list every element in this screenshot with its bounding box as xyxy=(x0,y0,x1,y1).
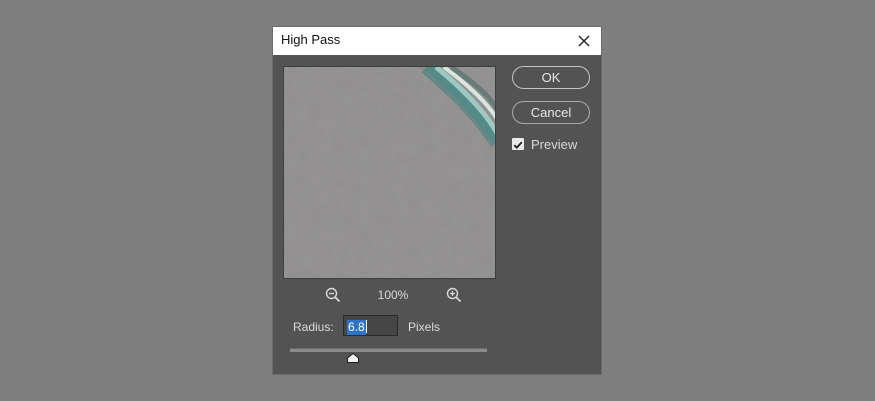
radius-slider-track[interactable] xyxy=(290,348,487,352)
cancel-button[interactable]: Cancel xyxy=(512,101,590,124)
title-bar[interactable]: High Pass xyxy=(273,27,601,55)
preview-image[interactable] xyxy=(283,66,496,279)
preview-canvas xyxy=(284,67,495,278)
zoom-level: 100% xyxy=(377,288,409,302)
close-button[interactable] xyxy=(567,27,601,55)
radius-slider-thumb[interactable] xyxy=(347,353,360,363)
preview-checkbox[interactable] xyxy=(512,138,524,150)
zoom-out-icon[interactable] xyxy=(325,287,341,303)
radius-label: Radius: xyxy=(293,320,334,334)
radius-input[interactable]: 6.8 xyxy=(343,315,398,336)
ok-button[interactable]: OK xyxy=(512,66,590,89)
preview-label: Preview xyxy=(531,137,578,152)
radius-unit-label: Pixels xyxy=(408,320,441,334)
radius-value: 6.8 xyxy=(347,320,366,335)
checkmark-icon xyxy=(513,141,523,149)
dialog-title: High Pass xyxy=(281,32,341,47)
zoom-in-icon[interactable] xyxy=(446,287,462,303)
high-pass-dialog: High Pass 100% Radius: 6.8 Pixels OK Can… xyxy=(272,26,602,375)
text-caret xyxy=(365,320,367,334)
close-icon xyxy=(578,35,590,47)
zoom-controls: 100% xyxy=(283,285,496,305)
